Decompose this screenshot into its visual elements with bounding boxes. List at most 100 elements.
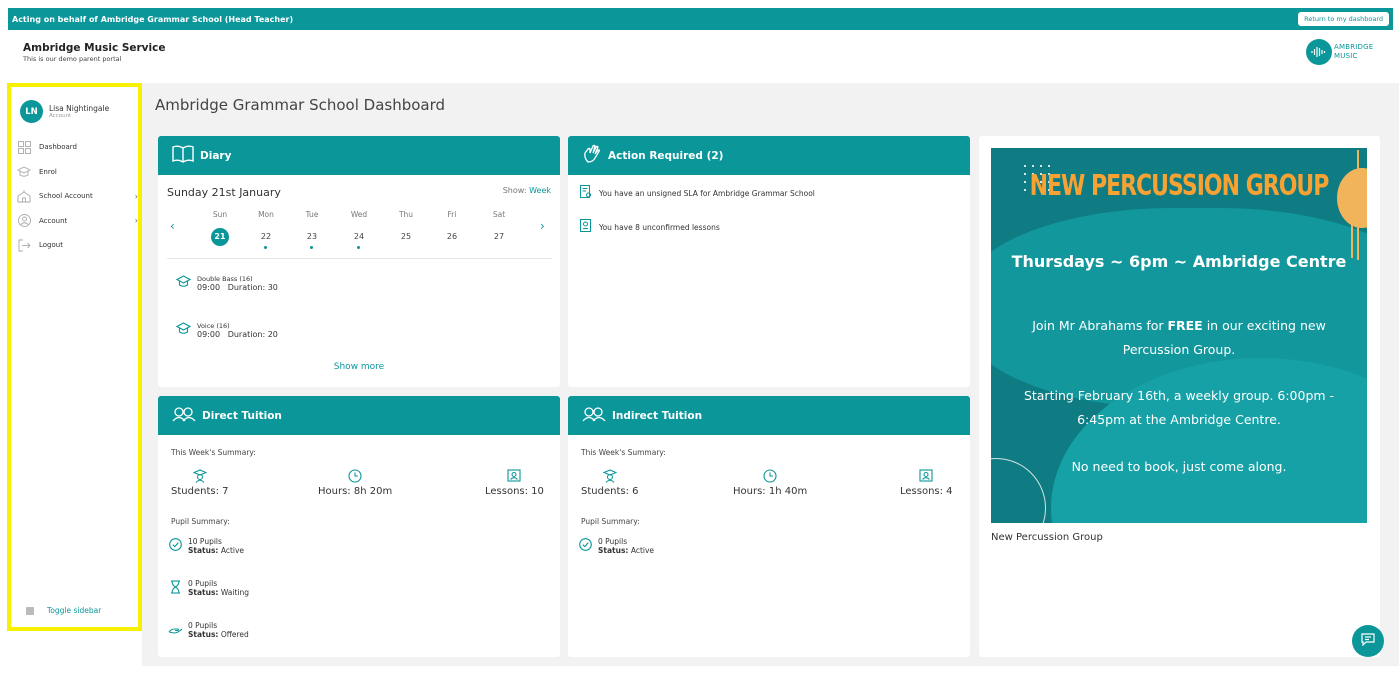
pupil-summary-row[interactable]: 10 Pupils Status: Active	[168, 537, 244, 555]
action-item[interactable]: You have 8 unconfirmed lessons	[579, 219, 720, 236]
hours-stat: Hours: 8h 20m	[318, 469, 392, 497]
direct-tuition-title: Direct Tuition	[202, 409, 282, 422]
calendar-date-selected[interactable]: 21	[211, 228, 229, 246]
sidebar-item-dashboard[interactable]: Dashboard	[16, 135, 138, 160]
user-name: Lisa Nightingale	[49, 104, 110, 113]
check-circle-icon	[578, 538, 592, 554]
students-count: Students: 6	[581, 486, 639, 497]
graduation-cap-icon	[175, 275, 192, 292]
sidebar-nav: Dashboard Enrol School Account › Account…	[16, 135, 138, 258]
lesson-name: Voice (16)	[197, 322, 230, 330]
indirect-tuition-card: Indirect Tuition This Week's Summary: St…	[568, 396, 970, 657]
week-summary-label: This Week's Summary:	[581, 448, 666, 457]
return-to-dashboard-button[interactable]: Return to my dashboard	[1298, 12, 1389, 26]
diary-lesson[interactable]: Voice (16) 09:00 Duration: 20	[175, 322, 278, 339]
students-stat: Students: 7	[171, 469, 229, 497]
pupil-status: Status: Active	[188, 546, 245, 555]
user-circle-icon	[16, 214, 32, 228]
sidebar: LN Lisa Nightingale Account Dashboard En…	[7, 83, 142, 631]
diary-show-label: Show:	[502, 186, 527, 195]
chat-button[interactable]	[1352, 625, 1384, 657]
poster-text: Starting February 16th, a weekly group. …	[1023, 388, 1335, 427]
chevron-right-icon: ›	[134, 191, 138, 201]
indirect-tuition-title: Indirect Tuition	[612, 409, 703, 422]
sidebar-item-label: Enrol	[39, 167, 57, 176]
ambridge-music-logo[interactable]: AMBRIDGE MUSIC	[1306, 39, 1373, 65]
direct-tuition-card: Direct Tuition This Week's Summary: Stud…	[158, 396, 560, 657]
diary-card-header: Diary	[158, 136, 560, 175]
document-search-icon	[579, 185, 593, 202]
sidebar-item-school-account[interactable]: School Account ›	[16, 184, 138, 209]
calendar-date[interactable]: 24	[347, 228, 371, 246]
logo-text-line1: AMBRIDGE	[1334, 43, 1374, 51]
weekday-label: Sat	[492, 210, 506, 219]
students-stat: Students: 6	[581, 469, 639, 497]
waving-hand-icon	[582, 144, 602, 167]
diary-lesson[interactable]: Double Bass (16) 09:00 Duration: 30	[175, 275, 278, 292]
lessons-stat: Lessons: 4	[900, 469, 953, 497]
diary-card: Diary Sunday 21st January Show: Week ‹ ›…	[158, 136, 560, 387]
show-more-link[interactable]: Show more	[158, 362, 560, 372]
pupil-summary-row[interactable]: 0 Pupils Status: Active	[578, 537, 654, 555]
hourglass-icon	[168, 579, 182, 597]
chevron-left-icon[interactable]: ‹	[170, 219, 175, 233]
page-title: Ambridge Grammar School Dashboard	[155, 96, 446, 114]
lessons-icon	[900, 469, 953, 486]
sidebar-item-enrol[interactable]: Enrol	[16, 160, 138, 185]
user-profile[interactable]: LN Lisa Nightingale Account	[20, 100, 109, 123]
action-required-title: Action Required (2)	[608, 149, 724, 162]
pupil-status: Status: Offered	[188, 630, 249, 639]
lessons-stat: Lessons: 10	[485, 469, 544, 497]
users-icon	[172, 406, 196, 425]
action-text: You have an unsigned SLA for Ambridge Gr…	[599, 189, 815, 198]
soundwave-icon	[1306, 39, 1332, 65]
students-count: Students: 7	[171, 486, 229, 497]
poster-line	[1357, 150, 1359, 260]
toggle-sidebar-button[interactable]: Toggle sidebar	[26, 606, 101, 615]
pupil-status: Status: Active	[598, 546, 655, 555]
lessons-count: Lessons: 10	[485, 486, 544, 497]
pupil-count: 0 Pupils	[598, 537, 628, 546]
calendar-date[interactable]: 27	[487, 228, 511, 246]
promo-card: NEW PERCUSSION GROUP Thursdays ~ 6pm ~ A…	[979, 136, 1380, 657]
action-item[interactable]: You have an unsigned SLA for Ambridge Gr…	[579, 185, 815, 202]
clock-icon	[318, 469, 392, 486]
action-required-header: Action Required (2)	[568, 136, 970, 175]
chevron-right-icon: ›	[134, 216, 138, 226]
pupil-summary-row[interactable]: 0 Pupils Status: Waiting	[168, 579, 249, 597]
calendar-date[interactable]: 25	[394, 228, 418, 246]
chevron-right-icon[interactable]: ›	[540, 219, 545, 233]
diary-title: Diary	[200, 149, 232, 162]
lesson-time: 09:00 Duration: 30	[197, 283, 278, 292]
lessons-icon	[485, 469, 544, 486]
sidebar-item-account[interactable]: Account ›	[16, 209, 138, 234]
app-header: Ambridge Music Service This is our demo …	[0, 30, 1399, 82]
weekday-label: Sun	[212, 210, 228, 219]
main-content: Ambridge Grammar School Dashboard Diary …	[142, 83, 1399, 666]
diary-view-selector[interactable]: Show: Week	[503, 186, 551, 195]
impersonation-banner: Acting on behalf of Ambridge Grammar Sch…	[8, 8, 1393, 30]
pupil-summary-row[interactable]: 0 Pupils Status: Offered	[168, 621, 249, 639]
sidebar-item-label: Dashboard	[39, 143, 77, 152]
student-icon	[581, 469, 639, 486]
sidebar-item-label: Logout	[39, 241, 63, 250]
calendar-date[interactable]: 23	[300, 228, 324, 246]
indirect-tuition-header: Indirect Tuition	[568, 396, 970, 435]
calendar-date[interactable]: 26	[440, 228, 464, 246]
promo-caption[interactable]: New Percussion Group	[991, 532, 1103, 543]
lesson-name: Double Bass (16)	[197, 275, 253, 283]
percussion-group-poster[interactable]: NEW PERCUSSION GROUP Thursdays ~ 6pm ~ A…	[991, 148, 1367, 523]
sidebar-item-label: School Account	[39, 192, 93, 201]
sidebar-item-label: Account	[39, 216, 68, 225]
diary-show-value[interactable]: Week	[529, 186, 551, 195]
pupil-count: 10 Pupils	[188, 537, 222, 546]
sidebar-item-logout[interactable]: Logout	[16, 233, 138, 258]
calendar-date[interactable]: 22	[254, 228, 278, 246]
weekday-label: Thu	[398, 210, 414, 219]
action-required-card: Action Required (2) You have an unsigned…	[568, 136, 970, 387]
weekday-label: Fri	[447, 210, 457, 219]
brand-name: Ambridge Music Service	[23, 42, 166, 54]
divider	[167, 258, 552, 259]
avatar: LN	[20, 100, 43, 123]
lesson-indicator-dot	[357, 246, 360, 249]
